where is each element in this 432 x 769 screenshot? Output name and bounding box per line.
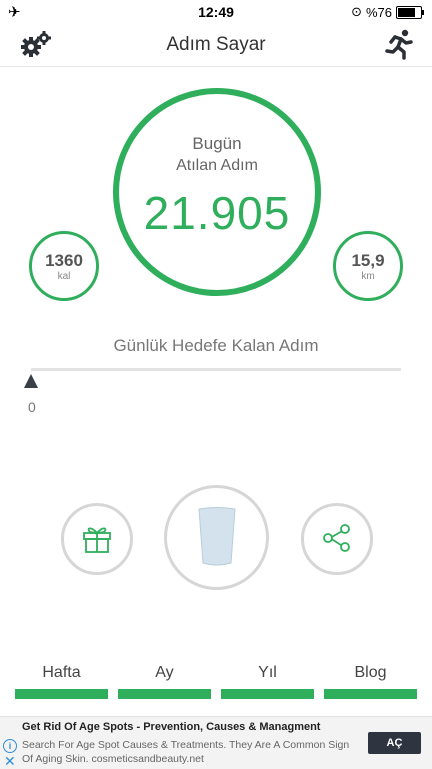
tab-month-label: Ay (155, 664, 174, 681)
tab-week-bar (15, 689, 108, 699)
step-count: 21.905 (143, 187, 291, 239)
tab-week[interactable]: Hafta (15, 660, 108, 699)
steps-taken-label: Atılan Adım (176, 157, 258, 174)
status-bar: ✈ 12:49 ⊙ %76 (0, 0, 432, 24)
water-glass-button[interactable] (164, 485, 269, 590)
share-icon (323, 524, 350, 552)
tab-month-bar (118, 689, 211, 699)
distance-unit: km (361, 271, 375, 282)
tab-month[interactable]: Ay (118, 660, 211, 699)
goal-remaining: 0 (28, 399, 36, 415)
ad-body: Search For Age Spot Causes & Treatments.… (22, 739, 350, 765)
close-icon[interactable]: ✕ (4, 754, 16, 768)
nav-bar: Adım Sayar (0, 24, 432, 67)
ad-banner[interactable]: Get Rid Of Age Spots - Prevention, Cause… (0, 716, 432, 769)
tab-week-label: Hafta (42, 664, 81, 681)
battery-icon (396, 5, 424, 19)
distance-ring: 15,9 km (333, 231, 403, 301)
goal-label: Günlük Hedefe Kalan Adım (113, 336, 319, 355)
status-right: ⊙ %76 (351, 4, 424, 20)
tab-blog[interactable]: Blog (324, 660, 417, 699)
battery-text: %76 (365, 4, 392, 20)
info-icon[interactable]: i (3, 739, 17, 753)
page-title: Adım Sayar (166, 34, 266, 55)
calories-unit: kal (57, 271, 71, 282)
tab-blog-label: Blog (354, 664, 387, 681)
goal-marker-icon (24, 374, 38, 388)
goal-progress-bar (31, 368, 401, 371)
tab-year-bar (221, 689, 314, 699)
tab-year[interactable]: Yıl (221, 660, 314, 699)
share-button[interactable] (301, 503, 373, 575)
rotation-lock-icon: ⊙ (351, 4, 362, 19)
gift-icon (83, 527, 111, 553)
ad-title[interactable]: Get Rid Of Age Spots - Prevention, Cause… (22, 721, 320, 733)
tab-year-label: Yıl (258, 664, 277, 681)
gift-button[interactable] (61, 503, 133, 575)
ad-open-button[interactable]: AÇ (368, 732, 421, 754)
calories-ring: 1360 kal (29, 231, 99, 301)
water-glass-icon (198, 507, 236, 566)
calories-value: 1360 (45, 251, 83, 270)
tab-blog-bar (324, 689, 417, 699)
distance-value: 15,9 (351, 251, 385, 270)
running-icon[interactable] (384, 28, 414, 60)
today-label: Bugün (192, 134, 242, 153)
